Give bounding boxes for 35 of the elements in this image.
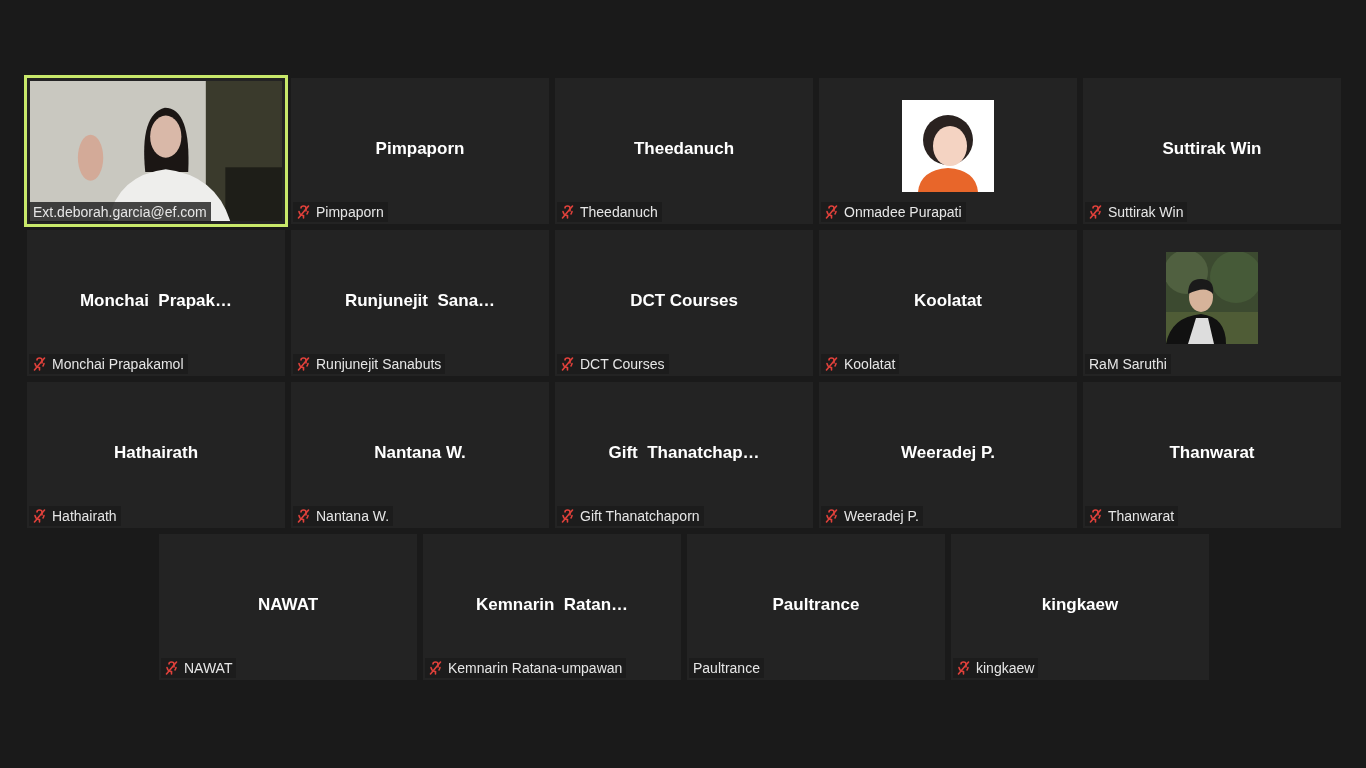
participant-name: Onmadee Purapati: [844, 202, 962, 222]
participant-display-name: Thanwarat: [1169, 442, 1255, 465]
participant-display-name: NAWAT: [257, 594, 319, 617]
participant-display-name: DCT Courses: [630, 290, 738, 313]
participant-name: Nantana W.: [316, 506, 390, 526]
participant-name: Koolatat: [844, 354, 896, 374]
participant-name: Ext.deborah.garcia@ef.com: [33, 202, 207, 222]
participant-name: Monchai Prapakamol: [52, 354, 184, 374]
participant-name: Theedanuch: [580, 202, 658, 222]
participant-display-name: kingkaew: [1041, 594, 1119, 617]
participant-name: Pimpaporn: [316, 202, 384, 222]
participant-display-name: Runjunejit Sana…: [344, 290, 496, 313]
participant-display-name: Monchai Prapak…: [79, 290, 233, 313]
participant-display-name: Nantana W.: [374, 442, 466, 465]
participant-name: DCT Courses: [580, 354, 665, 374]
participant-display-name: Gift Thanatchap…: [608, 442, 760, 465]
participant-name: Hathairath: [52, 506, 117, 526]
participant-display-name: Theedanuch: [633, 138, 735, 161]
participant-name: Runjunejit Sanabuts: [316, 354, 442, 374]
participant-display-name: Paultrance: [772, 594, 860, 617]
participant-display-name: Weeradej P.: [901, 442, 995, 465]
participant-name: Paultrance: [693, 658, 760, 678]
participant-display-name: Suttirak Win: [1162, 138, 1262, 161]
participant-display-name: Pimpaporn: [375, 138, 465, 161]
participant-display-name: Kemnarin Ratan…: [475, 594, 629, 617]
participant-display-name: Hathairath: [113, 442, 199, 465]
participant-name: Gift Thanatchaporn: [580, 506, 700, 526]
participant-name: Weeradej P.: [844, 506, 919, 526]
participant-display-name: Koolatat: [914, 290, 982, 313]
participant-name: RaM Saruthi: [1089, 354, 1167, 374]
participant-name: Suttirak Win: [1108, 202, 1184, 222]
participant-name: Kemnarin Ratana-umpawan: [448, 658, 623, 678]
participant-name: Thanwarat: [1108, 506, 1175, 526]
participant-name: NAWAT: [184, 658, 233, 678]
participant-name: kingkaew: [976, 658, 1035, 678]
